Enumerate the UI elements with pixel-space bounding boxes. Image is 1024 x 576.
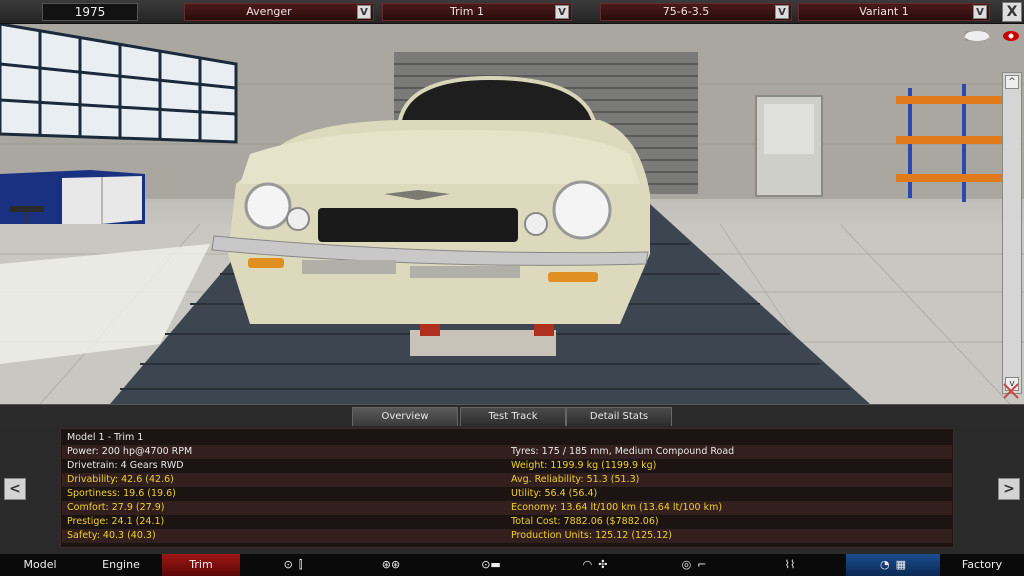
chevron-down-icon[interactable]: V (357, 5, 371, 19)
stat-line: Utility: 56.4 (56.4) (511, 488, 598, 499)
stat-line: Total Cost: 7882.06 ($7882.06) (511, 516, 659, 527)
tab-overview[interactable]: Overview (352, 407, 458, 427)
stats-title: Model 1 - Trim 1 (67, 432, 144, 443)
gauge-icon: ◔ (879, 558, 890, 571)
car-front-icon[interactable] (962, 32, 992, 63)
next-button[interactable]: > (998, 478, 1020, 500)
stat-line: Weight: 1199.9 kg (1199.9 kg) (511, 460, 657, 471)
steering-wheel-icon: ◎ (681, 558, 692, 571)
stats-overview: Model 1 - Trim 1 Power: 200 hp@4700 RPM D… (60, 428, 954, 548)
stat-line: Power: 200 hp@4700 RPM (67, 446, 193, 457)
gearbox-icon: ⫿ (298, 558, 303, 571)
stats-tabs: Overview Test Track Detail Stats (0, 404, 1024, 427)
suspension-icon: ⌇⌇ (784, 558, 796, 571)
stat-line: Drivetrain: 4 Gears RWD (67, 460, 184, 471)
variant-dropdown-label: Variant 1 (859, 5, 909, 18)
stat-line: Production Units: 125.12 (125.12) (511, 530, 672, 541)
car-rear-icon[interactable] (962, 32, 992, 105)
top-bar: 1975 Avenger V Trim 1 V 75-6-3.5 V Varia… (0, 0, 1024, 24)
nav-drivetrain[interactable]: ⊙ ⫿ (258, 554, 328, 576)
stat-line: Comfort: 27.9 (27.9) (67, 502, 165, 513)
nav-engine[interactable]: Engine (80, 554, 162, 576)
stat-line: Tyres: 175 / 185 mm, Medium Compound Roa… (511, 446, 735, 457)
nav-body[interactable]: ◠ ✣ (550, 554, 640, 576)
year-display: 1975 (42, 3, 138, 21)
stat-line: Avg. Reliability: 51.3 (51.3) (511, 474, 640, 485)
car-viewport[interactable]: ^ v (0, 24, 1024, 404)
prev-button[interactable]: < (4, 478, 26, 500)
wheel-icon: ⊙ (283, 558, 293, 571)
car-side-icon[interactable] (962, 33, 992, 84)
stat-line: Prestige: 24.1 (24.1) (67, 516, 165, 527)
tab-detail-stats[interactable]: Detail Stats (566, 407, 672, 427)
stat-line: Economy: 13.64 lt/100 km (13.64 lt/100 k… (511, 502, 723, 513)
nav-chassis[interactable]: ⊙▬ (456, 554, 526, 576)
chassis-icon: ⊙▬ (481, 558, 501, 571)
chevron-down-icon[interactable]: V (555, 5, 569, 19)
bottom-nav: Model Engine Trim ⊙ ⫿ ⊛⊛ ⊙▬ ◠ ✣ ◎ ⌐ ⌇⌇ ◔ ▦ F… (0, 554, 1024, 576)
stat-line: Safety: 40.3 (40.3) (67, 530, 156, 541)
nav-factory[interactable]: Factory (940, 554, 1024, 576)
camera-view-icons (962, 28, 996, 133)
variant-dropdown[interactable]: Variant 1 V (798, 3, 990, 21)
nav-suspension[interactable]: ⌇⌇ (760, 554, 820, 576)
engine-dropdown[interactable]: 75-6-3.5 V (600, 3, 792, 21)
stat-line: Drivability: 42.6 (42.6) (67, 474, 174, 485)
stats-panel: < > Model 1 - Trim 1 Power: 200 hp@4700 … (0, 426, 1024, 554)
chevron-down-icon[interactable]: V (973, 5, 987, 19)
nav-testing[interactable]: ◔ ▦ (846, 554, 940, 576)
eye-icon[interactable] (1002, 30, 1020, 42)
car-top-icon[interactable] (962, 31, 992, 126)
chevron-down-icon[interactable]: V (775, 5, 789, 19)
model-dropdown-label: Avenger (246, 5, 292, 18)
model-dropdown[interactable]: Avenger V (184, 3, 374, 21)
close-button[interactable]: X (1002, 2, 1022, 22)
view-scrollbar[interactable]: ^ v (1002, 72, 1022, 394)
trim-dropdown-label: Trim 1 (450, 5, 484, 18)
checkered-flag-icon: ▦ (895, 558, 906, 571)
tab-test-track[interactable]: Test Track (460, 407, 566, 427)
nav-wheels[interactable]: ⊛⊛ (356, 554, 426, 576)
trim-dropdown[interactable]: Trim 1 V (382, 3, 572, 21)
tyres-icon: ⊛⊛ (381, 558, 401, 571)
reset-view-icon[interactable] (1002, 382, 1020, 400)
stat-line: Sportiness: 19.6 (19.6) (67, 488, 176, 499)
scroll-up-button[interactable]: ^ (1005, 75, 1019, 89)
engine-dropdown-label: 75-6-3.5 (662, 5, 710, 18)
seat-icon: ⌐ (697, 558, 707, 571)
nav-trim[interactable]: Trim (162, 554, 240, 576)
garage-scene (0, 24, 1024, 404)
nav-interior[interactable]: ◎ ⌐ (664, 554, 724, 576)
nav-model[interactable]: Model (0, 554, 80, 576)
car-body-icon: ◠ (582, 558, 593, 571)
fan-icon: ✣ (598, 558, 608, 571)
